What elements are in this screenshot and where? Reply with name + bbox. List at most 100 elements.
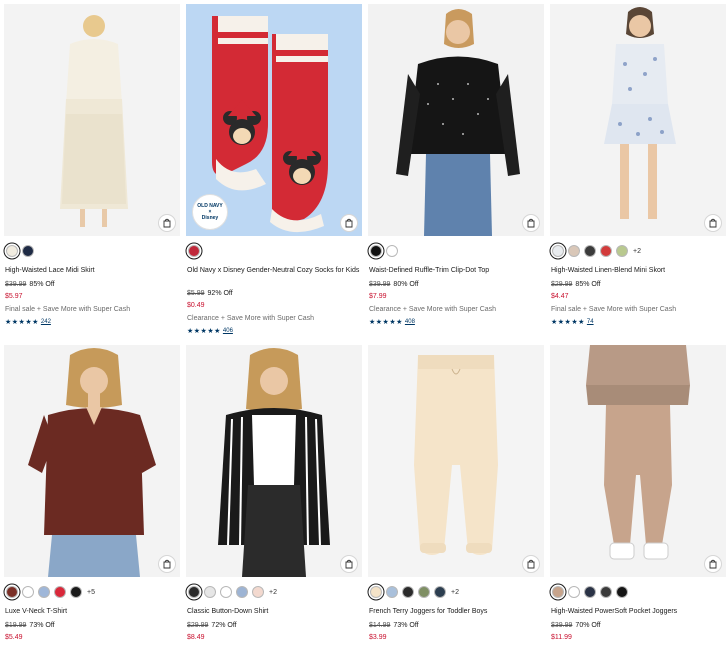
price-line: $39.99 80% Off xyxy=(369,280,419,289)
product-card[interactable]: Waist-Defined Ruffle-Trim Clip-Dot Top $… xyxy=(368,4,544,334)
sale-price: $7.99 xyxy=(369,293,387,300)
product-image[interactable] xyxy=(368,345,544,577)
review-count[interactable]: 74 xyxy=(587,319,594,325)
product-image[interactable] xyxy=(550,4,726,236)
price-line: $29.99 72% Off xyxy=(187,621,237,630)
color-swatch[interactable] xyxy=(600,586,612,598)
add-to-bag-button[interactable] xyxy=(704,214,722,232)
more-colors-link[interactable]: +2 xyxy=(269,589,277,596)
rating[interactable]: ★★★★★ 74 xyxy=(551,317,594,326)
promo-text: Final sale + Save More with Super Cash xyxy=(551,306,677,313)
product-title[interactable]: High-Waisted Lace Midi Skirt xyxy=(5,266,179,275)
color-swatch[interactable] xyxy=(434,586,446,598)
product-image[interactable] xyxy=(4,345,180,577)
product-card[interactable]: +2 High-Waisted Linen-Blend Mini Skort $… xyxy=(550,4,726,334)
product-card[interactable]: High-Waisted Lace Midi Skirt $39.99 85% O… xyxy=(4,4,180,334)
product-title[interactable]: Classic Button-Down Shirt xyxy=(187,607,361,616)
promo-text: Clearance + Save More with Super Cash xyxy=(187,315,315,322)
product-title[interactable]: Old Navy x Disney Gender-Neutral Cozy So… xyxy=(187,266,361,275)
more-colors-link[interactable]: +5 xyxy=(87,589,95,596)
more-colors-link[interactable]: +2 xyxy=(633,248,641,255)
original-price: $39.99 xyxy=(369,281,391,288)
product-title[interactable]: French Terry Joggers for Toddler Boys xyxy=(369,607,543,616)
color-swatch[interactable] xyxy=(402,586,414,598)
add-to-bag-button[interactable] xyxy=(522,214,540,232)
promo-text: Clearance + Save More with Super Cash xyxy=(369,306,497,313)
add-to-bag-button[interactable] xyxy=(158,214,176,232)
color-swatch[interactable] xyxy=(220,586,232,598)
add-to-bag-button[interactable] xyxy=(340,214,358,232)
sale-price: $5.97 xyxy=(5,293,23,300)
review-count[interactable]: 406 xyxy=(223,328,233,334)
color-swatch[interactable] xyxy=(252,586,264,598)
add-to-bag-button[interactable] xyxy=(704,555,722,573)
color-swatch[interactable] xyxy=(6,586,18,598)
rating[interactable]: ★★★★★ 408 xyxy=(369,317,415,326)
shopping-bag-icon xyxy=(527,218,535,228)
color-swatch[interactable] xyxy=(6,245,18,257)
product-image[interactable] xyxy=(368,4,544,236)
brand-collab-badge: OLD NAVY × Disney xyxy=(192,194,228,230)
color-swatch[interactable] xyxy=(386,586,398,598)
star-rating-icon: ★★★★★ xyxy=(187,327,221,335)
color-swatch[interactable] xyxy=(418,586,430,598)
color-swatch[interactable] xyxy=(616,586,628,598)
add-to-bag-button[interactable] xyxy=(522,555,540,573)
color-swatch[interactable] xyxy=(188,586,200,598)
color-swatch[interactable] xyxy=(568,245,580,257)
color-swatch[interactable] xyxy=(236,586,248,598)
color-swatches: +5 xyxy=(6,585,95,599)
product-title[interactable]: High-Waisted Linen-Blend Mini Skort xyxy=(551,266,725,275)
more-colors-link[interactable]: +2 xyxy=(451,589,459,596)
review-count[interactable]: 242 xyxy=(41,319,51,325)
product-image[interactable] xyxy=(4,4,180,236)
sale-price: $8.49 xyxy=(187,634,205,641)
product-image[interactable] xyxy=(550,345,726,577)
color-swatch[interactable] xyxy=(370,586,382,598)
color-swatch[interactable] xyxy=(552,245,564,257)
shopping-bag-icon xyxy=(709,559,717,569)
product-card[interactable]: OLD NAVY × Disney Old Navy x Disney Gend… xyxy=(186,4,362,335)
color-swatch[interactable] xyxy=(22,586,34,598)
product-card[interactable]: +2 French Terry Joggers for Toddler Boys… xyxy=(368,345,544,645)
color-swatches xyxy=(370,244,398,258)
product-title[interactable]: High-Waisted PowerSoft Pocket Joggers xyxy=(551,607,725,616)
price-line: $29.99 85% Off xyxy=(551,280,601,289)
color-swatch[interactable] xyxy=(22,245,34,257)
product-card[interactable]: +2 Classic Button-Down Shirt $29.99 72% O… xyxy=(186,345,362,645)
star-rating-icon: ★★★★★ xyxy=(551,318,585,326)
add-to-bag-button[interactable] xyxy=(158,555,176,573)
review-count[interactable]: 408 xyxy=(405,319,415,325)
color-swatches: +2 xyxy=(552,244,641,258)
color-swatch[interactable] xyxy=(370,245,382,257)
product-card[interactable]: +5 Luxe V-Neck T-Shirt $19.99 73% Off $5.… xyxy=(4,345,180,645)
shopping-bag-icon xyxy=(527,559,535,569)
color-swatch[interactable] xyxy=(54,586,66,598)
star-rating-icon: ★★★★★ xyxy=(369,318,403,326)
promo-text: Final sale + Save More with Super Cash xyxy=(5,306,131,313)
color-swatch[interactable] xyxy=(568,586,580,598)
product-image[interactable] xyxy=(186,345,362,577)
discount-label: 92% Off xyxy=(207,290,233,297)
product-card[interactable]: High-Waisted PowerSoft Pocket Joggers $3… xyxy=(550,345,726,645)
rating[interactable]: ★★★★★ 406 xyxy=(187,326,233,335)
product-title[interactable]: Waist-Defined Ruffle-Trim Clip-Dot Top xyxy=(369,266,543,275)
color-swatch[interactable] xyxy=(616,245,628,257)
color-swatches: +2 xyxy=(370,585,459,599)
color-swatch[interactable] xyxy=(386,245,398,257)
color-swatch[interactable] xyxy=(600,245,612,257)
discount-label: 70% Off xyxy=(575,622,601,629)
color-swatch[interactable] xyxy=(38,586,50,598)
color-swatch[interactable] xyxy=(188,245,200,257)
add-to-bag-button[interactable] xyxy=(340,555,358,573)
product-image[interactable]: OLD NAVY × Disney xyxy=(186,4,362,236)
color-swatch[interactable] xyxy=(204,586,216,598)
color-swatch[interactable] xyxy=(584,586,596,598)
color-swatch[interactable] xyxy=(584,245,596,257)
original-price: $39.99 xyxy=(551,622,573,629)
color-swatch[interactable] xyxy=(552,586,564,598)
product-title[interactable]: Luxe V-Neck T-Shirt xyxy=(5,607,179,616)
badge-line-3: Disney xyxy=(201,215,219,221)
rating[interactable]: ★★★★★ 242 xyxy=(5,317,51,326)
color-swatch[interactable] xyxy=(70,586,82,598)
